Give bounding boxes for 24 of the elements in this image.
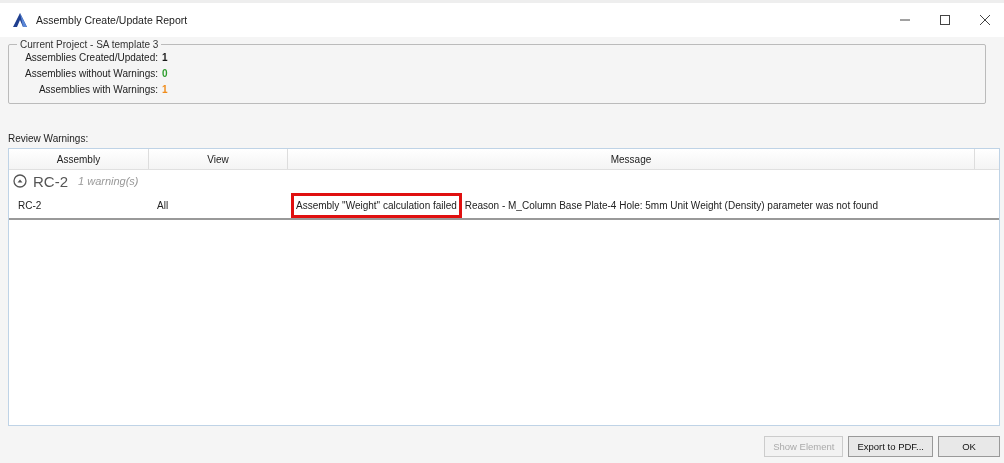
message-text: Reason - M_Column Base Plate-4 Hole: 5mm Unit Weight (Density) parameter was not found	[463, 199, 878, 211]
column-header[interactable]: Assembly	[9, 149, 149, 169]
column-header[interactable]: Message	[288, 149, 975, 169]
group-name: RC-2	[33, 172, 68, 190]
group-legend: Current Project - SA template 3	[17, 39, 162, 50]
stat-label: Assemblies with Warnings:	[37, 84, 158, 95]
window-title: Assembly Create/Update Report	[36, 14, 188, 26]
table-cell-text: RC-2	[17, 199, 43, 211]
close-icon	[980, 15, 990, 25]
stat-value: 1	[162, 52, 168, 63]
dialog-button[interactable]: OK	[938, 436, 1000, 457]
maximize-icon	[940, 15, 950, 25]
column-header[interactable]: View	[149, 149, 288, 169]
stat-value: 0	[162, 68, 168, 79]
stat-label: Assemblies without Warnings:	[25, 68, 158, 79]
app-logo-icon	[12, 12, 28, 28]
highlighted-message-text: Assembly "Weight" calculation failed	[291, 192, 462, 218]
dialog-button[interactable]: Export to PDF...	[848, 436, 933, 457]
warning-count: 1 warning(s)	[78, 175, 139, 187]
collapse-icon[interactable]	[13, 174, 27, 188]
section-label: Review Warnings:	[8, 133, 90, 144]
table-cell-text: All	[156, 199, 170, 211]
stat-value: 1	[162, 84, 168, 95]
stat-label: Assemblies Created/Updated:	[25, 52, 158, 63]
